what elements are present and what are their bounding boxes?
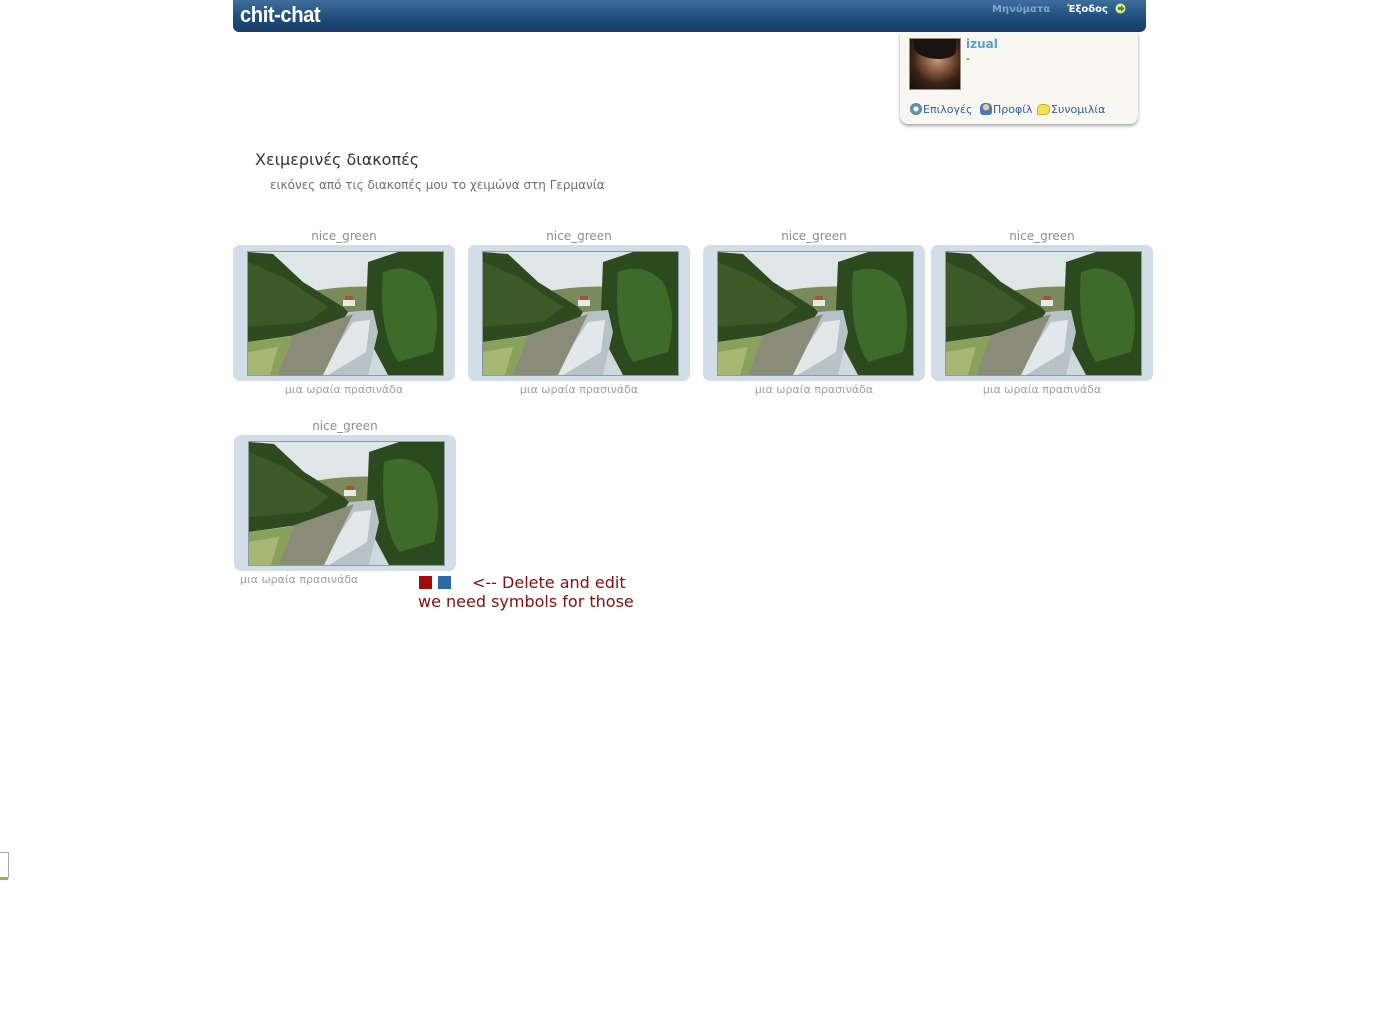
photo-thumbnail[interactable] (248, 441, 445, 566)
edge-widget[interactable] (0, 852, 9, 880)
delete-button[interactable] (419, 576, 432, 589)
photo-frame (468, 245, 690, 381)
photo-caption: μια ωραία πρασινάδα (754, 383, 874, 396)
gear-icon (910, 103, 922, 115)
photo-frame (234, 435, 456, 571)
messages-link[interactable]: Μηνύματα (992, 4, 1050, 15)
edit-button[interactable] (438, 576, 451, 589)
photo-caption: μια ωραία πρασινάδα (982, 383, 1102, 396)
photo-frame (703, 245, 925, 381)
photo-thumbnail[interactable] (247, 251, 444, 376)
photo-frame (233, 245, 455, 381)
site-logo[interactable]: chit-chat (240, 2, 321, 28)
photo-name: nice_green (546, 229, 612, 243)
user-icon (980, 103, 992, 115)
photo-name: nice_green (1009, 229, 1075, 243)
avatar[interactable] (909, 38, 961, 90)
photo-thumbnail[interactable] (717, 251, 914, 376)
photo-name: nice_green (311, 229, 377, 243)
user-panel: izual - Επιλογές Προφίλ Συνομιλία (900, 32, 1138, 124)
chat-link-label: Συνομιλία (1051, 103, 1106, 116)
username[interactable]: izual (966, 37, 998, 51)
logout-link[interactable]: Έξοδος (1067, 4, 1108, 15)
photo-caption: μια ωραία πρασινάδα (284, 383, 404, 396)
annotation-line-2: we need symbols for those (418, 592, 634, 611)
speech-bubble-icon (1037, 104, 1050, 115)
photo-name: nice_green (781, 229, 847, 243)
top-bar: chit-chat Μηνύματα Έξοδος (233, 0, 1146, 32)
album-title: Χειμερινές διακοπές (255, 150, 420, 169)
profile-link[interactable]: Προφίλ (980, 103, 1032, 116)
options-link[interactable]: Επιλογές (910, 103, 972, 116)
options-link-label: Επιλογές (923, 103, 973, 116)
photo-name: nice_green (312, 419, 378, 433)
annotation-line-1: <-- Delete and edit (472, 573, 626, 592)
photo-thumbnail[interactable] (482, 251, 679, 376)
photo-frame (931, 245, 1153, 381)
chat-link[interactable]: Συνομιλία (1037, 103, 1105, 116)
profile-link-label: Προφίλ (993, 103, 1033, 116)
photo-caption: μια ωραία πρασινάδα (519, 383, 639, 396)
logout-arrow-icon[interactable] (1115, 3, 1126, 14)
user-status: - (966, 52, 970, 65)
photo-thumbnail[interactable] (945, 251, 1142, 376)
album-description: εικόνες από τις διακοπές μου το χειμώνα … (270, 178, 605, 192)
